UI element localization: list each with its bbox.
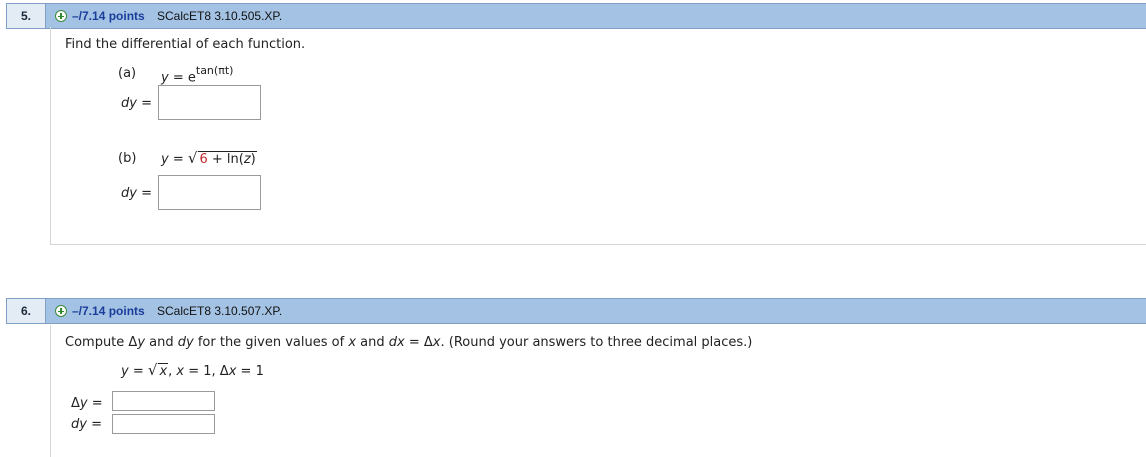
question-number: 6. xyxy=(7,299,46,323)
question-6-body: Compute Δy and dy for the given values o… xyxy=(50,325,1146,457)
delta-y-label: Δy = xyxy=(71,396,103,411)
exponent: tan(πt) xyxy=(195,64,234,77)
dy-answer-input[interactable] xyxy=(112,414,215,434)
part-a-equation: y = etan(πt) xyxy=(161,64,234,86)
dy-label: dy = xyxy=(71,417,102,432)
question-instruction: Compute Δy and dy for the given values o… xyxy=(65,335,753,350)
expand-plus-icon[interactable] xyxy=(55,10,67,22)
points-label: –/7.14 points xyxy=(72,304,145,318)
question-number: 5. xyxy=(7,4,46,28)
question-5-body: Find the differential of each function. … xyxy=(50,27,1146,245)
part-b-label: (b) xyxy=(118,151,137,166)
part-b-answer-input[interactable] xyxy=(158,175,261,210)
points-label: –/7.14 points xyxy=(72,9,145,23)
part-b-equation: y = √ 6 + ln(z) xyxy=(161,149,257,167)
square-root: √ x xyxy=(147,361,169,379)
part-a-answer-label: dy = xyxy=(121,96,152,111)
given-equation: y = √ x, x = 1, Δx = 1 xyxy=(121,361,264,379)
expand-plus-icon[interactable] xyxy=(55,305,67,317)
question-instruction: Find the differential of each function. xyxy=(65,37,306,52)
source-reference: SCalcET8 3.10.505.XP. xyxy=(157,9,283,23)
question-5-header: 5. –/7.14 points SCalcET8 3.10.505.XP. xyxy=(6,3,1146,29)
part-b-answer-label: dy = xyxy=(121,186,152,201)
square-root: √ 6 + ln(z) xyxy=(187,149,257,167)
part-a-label: (a) xyxy=(118,66,137,81)
question-6-header: 6. –/7.14 points SCalcET8 3.10.507.XP. xyxy=(6,298,1146,324)
source-reference: SCalcET8 3.10.507.XP. xyxy=(157,304,283,318)
part-a-answer-input[interactable] xyxy=(158,85,261,120)
delta-y-answer-input[interactable] xyxy=(112,391,215,411)
